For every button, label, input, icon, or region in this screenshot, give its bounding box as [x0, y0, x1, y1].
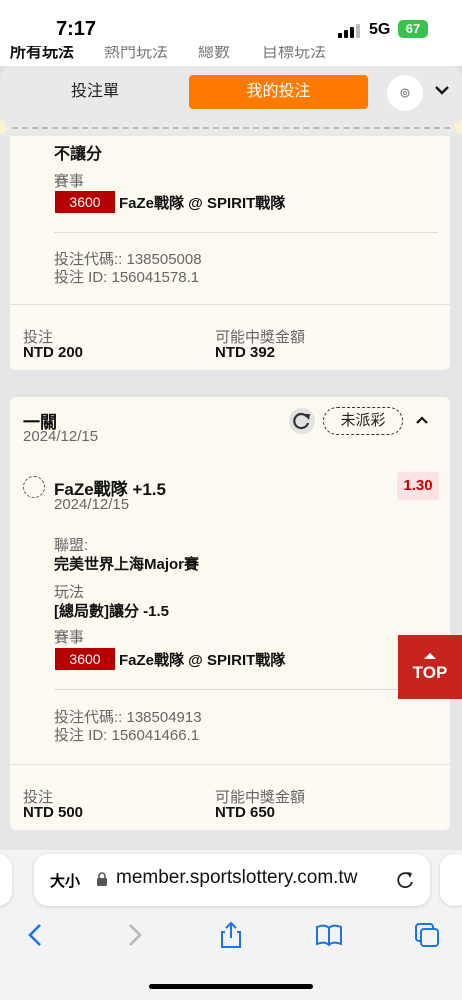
divider: [54, 232, 438, 233]
settings-button[interactable]: [387, 75, 423, 111]
tab-popular[interactable]: 熱門玩法: [104, 46, 168, 62]
arrow-up-icon: [424, 653, 436, 659]
back-icon[interactable]: [22, 920, 52, 950]
divider: [54, 689, 438, 690]
ticket-notch-right: [455, 120, 462, 134]
tabs-icon[interactable]: [412, 920, 442, 950]
tab-my-bets[interactable]: 我的投注: [189, 75, 368, 109]
match-code-badge: 3600: [55, 191, 115, 213]
stake-value: NTD 200: [23, 344, 84, 361]
status-time: 7:17: [56, 18, 97, 40]
bet-date: 2024/12/15: [23, 428, 99, 445]
market-tabs: 所有玩法 熱門玩法 總數 目標玩法: [0, 46, 462, 66]
event-label: 賽事: [54, 173, 85, 190]
league-label: 聯盟:: [54, 537, 89, 554]
status-badge: 未派彩: [323, 407, 403, 435]
status-bar: 7:17 5G 67: [0, 0, 462, 50]
signal-icon: [338, 24, 360, 38]
settings-icon: [400, 88, 410, 98]
match-code-badge: 3600: [55, 648, 115, 670]
scroll-top-label: TOP: [412, 663, 448, 682]
address-bar[interactable]: 大小 member.sportslottery.com.tw: [34, 854, 430, 906]
my-bets-list: 不讓分 賽事 3600 FaZe戰隊 @ SPIRIT戰隊 投注代碼:: 138…: [0, 136, 462, 850]
payout-value: NTD 650: [215, 804, 276, 821]
slip-divider: [0, 120, 462, 136]
chevron-down-icon[interactable]: [434, 84, 450, 96]
bookmarks-icon[interactable]: [314, 920, 344, 950]
tab-bet-slip[interactable]: 投注單: [40, 76, 150, 108]
next-tab-preview[interactable]: [440, 854, 462, 906]
url-text: member.sportslottery.com.tw: [116, 867, 358, 888]
network-type: 5G: [369, 21, 391, 38]
bet-id: 投注 ID: 156041466.1: [54, 727, 200, 744]
dashed-line: [12, 127, 450, 129]
league-value: 完美世界上海Major賽: [54, 556, 200, 573]
match-name: FaZe戰隊 @ SPIRIT戰隊: [119, 652, 286, 669]
browser-toolbar: 大小 member.sportslottery.com.tw: [0, 850, 462, 1000]
lock-icon: [97, 872, 107, 886]
selection-date: 2024/12/15: [54, 496, 130, 513]
refresh-icon: [293, 412, 310, 430]
match-name: FaZe戰隊 @ SPIRIT戰隊: [119, 195, 286, 212]
play-label: 玩法: [54, 584, 85, 601]
stake-value: NTD 500: [23, 804, 84, 821]
tab-totals[interactable]: 總數: [198, 46, 230, 62]
tab-target[interactable]: 目標玩法: [262, 46, 326, 62]
battery-icon: 67: [398, 20, 428, 38]
bet-card-1-footer: 投注 NTD 200 可能中獎金額 NTD 392: [10, 304, 450, 370]
play-value: [總局數]讓分 -1.5: [54, 603, 170, 620]
play-value: 不讓分: [54, 146, 103, 163]
reload-icon[interactable]: [394, 869, 416, 891]
battery-level: 67: [405, 21, 421, 36]
scroll-top-button[interactable]: TOP: [398, 635, 462, 699]
tab-all-markets[interactable]: 所有玩法: [10, 46, 74, 62]
home-indicator: [149, 984, 313, 989]
bet-card-2-footer: 投注 NTD 500 可能中獎金額 NTD 650: [10, 764, 450, 830]
text-size-button[interactable]: 大小: [50, 870, 80, 891]
event-label: 賽事: [54, 629, 85, 646]
forward-icon[interactable]: [118, 920, 148, 950]
refresh-button[interactable]: [289, 408, 315, 434]
selection-status-icon: [23, 476, 45, 498]
chevron-up-icon[interactable]: [415, 415, 429, 425]
bet-id: 投注 ID: 156041578.1: [54, 269, 200, 286]
payout-value: NTD 392: [215, 344, 276, 361]
bet-slip-header: 投注單 我的投注: [0, 66, 462, 128]
share-icon[interactable]: [216, 920, 246, 950]
previous-tab-preview[interactable]: [0, 854, 12, 906]
bet-card-1: 不讓分 賽事 3600 FaZe戰隊 @ SPIRIT戰隊 投注代碼:: 138…: [10, 136, 450, 304]
bet-card-2: 一關 2024/12/15 未派彩 FaZe戰隊 +1.5 2024/12/15…: [10, 397, 450, 764]
odds-badge: 1.30: [397, 472, 439, 500]
ticket-notch-left: [0, 120, 7, 134]
